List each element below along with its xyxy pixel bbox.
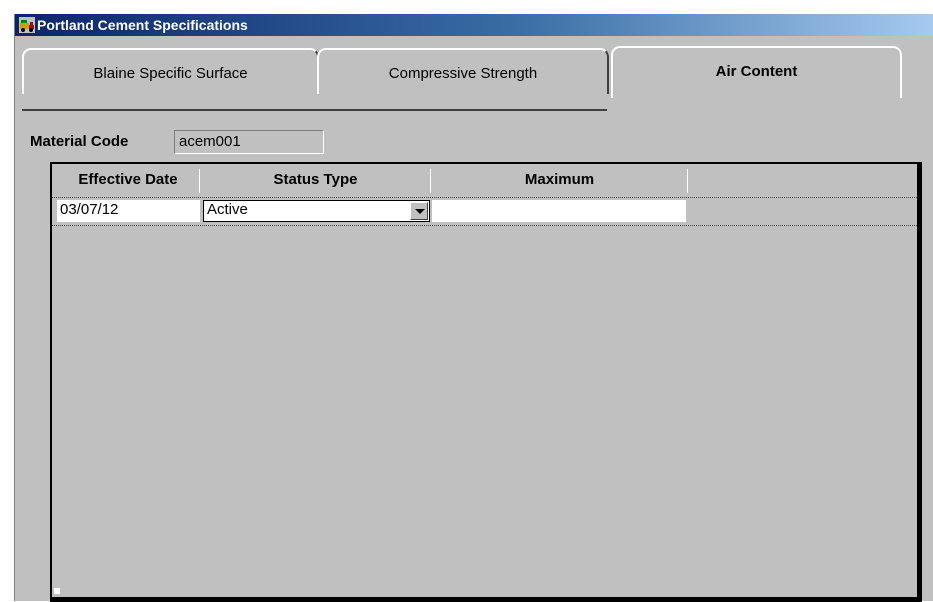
- column-header-effective-date: Effective Date: [57, 169, 200, 193]
- grid-corner-marker: [54, 588, 60, 594]
- chevron-down-icon: [415, 209, 425, 214]
- column-header-empty: [689, 169, 917, 193]
- effective-date-cell[interactable]: 03/07/12: [57, 200, 200, 222]
- column-header-status-type: Status Type: [201, 169, 431, 193]
- column-header-maximum: Maximum: [432, 169, 688, 193]
- tab-air-content[interactable]: Air Content: [611, 46, 902, 98]
- specifications-grid: Effective Date Status Type Maximum 03/07…: [50, 162, 922, 602]
- row-border-top: [52, 197, 917, 198]
- tab-divider: [22, 109, 607, 111]
- row-border-bottom: [52, 225, 917, 226]
- maximum-cell[interactable]: [432, 200, 686, 222]
- truck-icon: [19, 17, 35, 33]
- tab-blaine-specific-surface[interactable]: Blaine Specific Surface: [22, 48, 319, 94]
- window: Portland Cement Specifications Blaine Sp…: [14, 14, 933, 602]
- tab-compressive-strength[interactable]: Compressive Strength: [317, 48, 609, 94]
- status-type-value: Active: [207, 201, 248, 218]
- tab-label: Compressive Strength: [388, 65, 538, 82]
- title-bar[interactable]: Portland Cement Specifications: [15, 14, 933, 36]
- tab-label: Blaine Specific Surface: [93, 65, 248, 82]
- tab-label: Air Content: [715, 63, 798, 80]
- window-title: Portland Cement Specifications: [37, 17, 248, 33]
- dropdown-button[interactable]: [410, 202, 428, 220]
- status-type-select[interactable]: Active: [203, 200, 430, 222]
- material-code-label: Material Code: [30, 133, 129, 150]
- material-code-field[interactable]: acem001: [174, 130, 324, 154]
